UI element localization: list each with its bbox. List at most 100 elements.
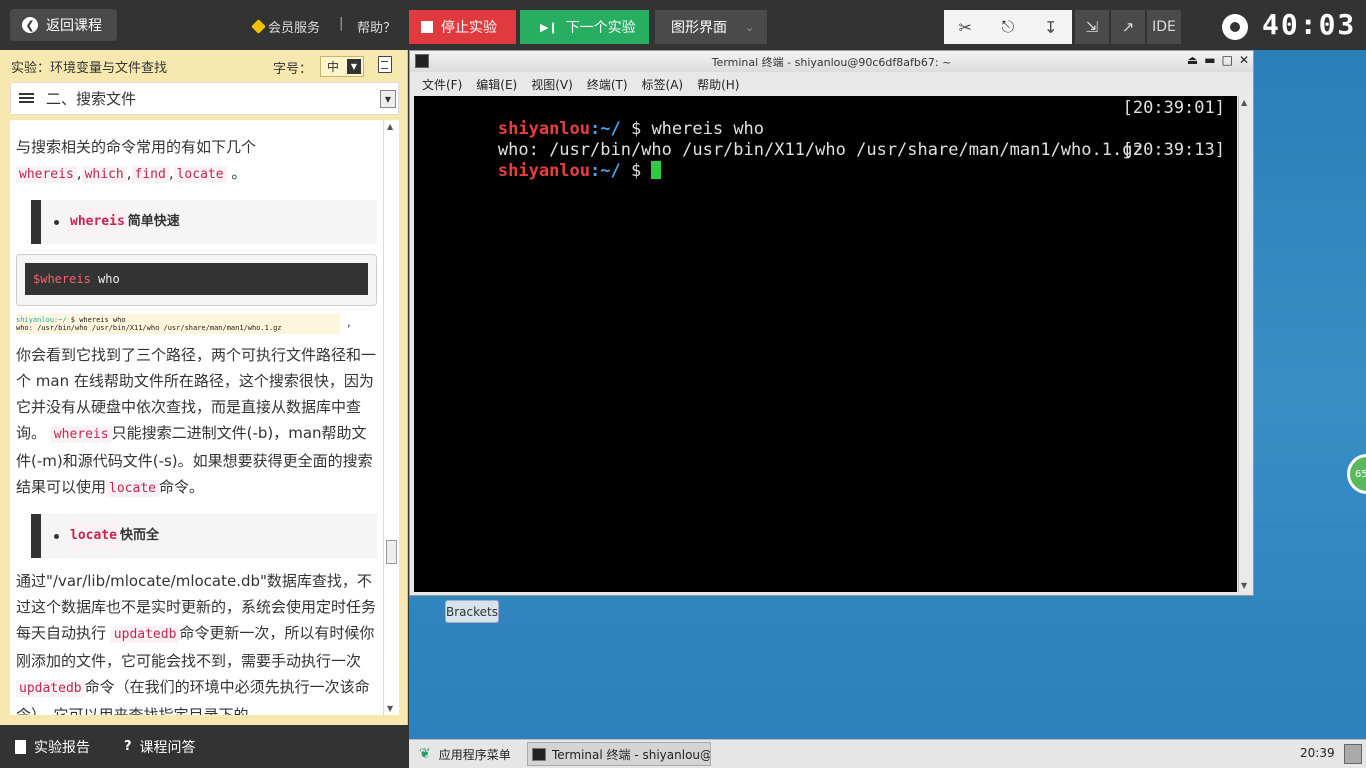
inline-code: locate xyxy=(67,522,120,550)
inline-code: locate xyxy=(106,480,159,497)
shade-icon[interactable]: ⏏ xyxy=(1187,53,1198,67)
menu-view[interactable]: 视图(V) xyxy=(531,76,573,93)
external-link-icon[interactable]: ↗ xyxy=(1111,10,1145,44)
separator: | xyxy=(339,16,344,31)
inline-code: updatedb xyxy=(110,626,180,643)
eye-icon[interactable] xyxy=(1222,14,1248,40)
list-icon xyxy=(19,93,34,104)
mini-line1: shiyanlou:~/ $ whereis who xyxy=(16,316,340,324)
download-icon[interactable]: ↧ xyxy=(1029,10,1072,44)
chevron-down-icon: ▼ xyxy=(347,59,361,74)
next-experiment-button[interactable]: ▶❙ 下一个实验 xyxy=(520,10,649,44)
paragraph-intro: 与搜索相关的命令常用的有如下几个 whereis, which, find, loca… xyxy=(16,134,377,188)
menu-edit[interactable]: 编辑(E) xyxy=(476,76,517,93)
inline-code: whereis xyxy=(67,208,128,236)
terminal-icon xyxy=(532,747,546,761)
terminal-line: shiyanlou:~/ $ [20:39:13] xyxy=(416,140,1235,181)
terminal-app-icon xyxy=(415,54,429,68)
qa-label: 课程问答 xyxy=(139,739,196,756)
inline-code: locate xyxy=(173,166,227,183)
minimize-icon[interactable]: ▬ xyxy=(1204,53,1215,67)
code-block: $whereis who xyxy=(16,254,377,306)
member-service-link[interactable]: 会员服务 xyxy=(251,17,320,36)
chevron-down-icon: ⌄ xyxy=(745,20,755,34)
terminal-menubar: 文件(F) 编辑(E) 视图(V) 终端(T) 标签(A) 帮助(H) xyxy=(410,72,1253,96)
desktop: Terminal 终端 - shiyanlou@90c6df8afb67: ~ … xyxy=(409,50,1366,739)
menu-file[interactable]: 文件(F) xyxy=(422,76,462,93)
text: , xyxy=(76,164,82,182)
text: 与搜索相关的命令常用的有如下几个 xyxy=(16,138,257,156)
lab-report-button[interactable]: 实验报告 xyxy=(15,737,90,757)
scissors-icon[interactable]: ✂ xyxy=(944,10,987,44)
cursor xyxy=(651,161,662,179)
mini-output: who: /usr/bin/who /usr/bin/X11/who /usr/… xyxy=(16,324,282,332)
command: $ xyxy=(620,161,652,181)
diamond-icon xyxy=(251,19,266,34)
course-qa-button[interactable]: ? 课程问答 xyxy=(124,737,196,757)
terminal-window[interactable]: Terminal 终端 - shiyanlou@90c6df8afb67: ~ … xyxy=(409,50,1254,596)
doc-content: 与搜索相关的命令常用的有如下几个 whereis, which, find, loca… xyxy=(10,120,383,715)
scroll-thumb[interactable] xyxy=(386,540,397,564)
doc-scrollbar[interactable]: ▲ ▼ xyxy=(383,120,399,715)
inline-code: whereis xyxy=(16,166,77,183)
back-label: 返回课程 xyxy=(46,18,102,34)
stop-experiment-button[interactable]: 停止实验 xyxy=(409,10,516,44)
text: 命令。 xyxy=(158,478,204,496)
paragraph-locate-desc: 通过"/var/lib/mlocate/mlocate.db"数据库查找，不过这… xyxy=(16,568,377,715)
stop-label: 停止实验 xyxy=(441,20,497,36)
gui-mode-dropdown[interactable]: 图形界面 ⌄ xyxy=(655,10,767,44)
mini-cmd: $ whereis who xyxy=(66,316,126,324)
brackets-desktop-icon[interactable]: Brackets xyxy=(445,600,499,623)
leaf-icon: ❦ xyxy=(419,746,431,762)
maximize-icon[interactable]: □ xyxy=(1222,53,1233,67)
terminal-screen[interactable]: shiyanlou:~/ $ whereis who [20:39:01] wh… xyxy=(414,96,1237,592)
collapse-icon[interactable]: ⇲ xyxy=(1075,10,1109,44)
prompt-path: :~/ xyxy=(590,161,621,181)
toc-select[interactable]: 二、搜索文件 ▼ xyxy=(10,82,399,115)
menu-help[interactable]: 帮助(H) xyxy=(697,76,739,93)
help-link[interactable]: 帮助？ xyxy=(357,17,396,36)
back-to-course-button[interactable]: ❮ 返回课程 xyxy=(10,9,117,41)
text: , xyxy=(126,164,132,182)
clock: 20:39 xyxy=(1300,746,1335,760)
next-icon: ▶❙ xyxy=(540,20,558,34)
text: 。 xyxy=(231,164,247,182)
scroll-up-icon[interactable]: ▲ xyxy=(1241,98,1247,107)
screenshot-image: shiyanlou:~/ $ whereis who who: /usr/bin… xyxy=(16,314,352,334)
report-label: 实验报告 xyxy=(34,739,90,756)
taskbar-item-terminal[interactable]: Terminal 终端 - shiyanlou@… xyxy=(527,742,711,766)
stop-icon xyxy=(421,21,433,33)
code-command: $whereis xyxy=(33,272,91,286)
terminal-titlebar[interactable]: Terminal 终端 - shiyanlou@90c6df8afb67: ~ … xyxy=(410,51,1253,72)
scroll-down-icon[interactable]: ▼ xyxy=(387,704,393,713)
code-line: $whereis who xyxy=(25,263,368,295)
toc-current-section: 二、搜索文件 xyxy=(46,90,137,108)
text: 简单快速 xyxy=(127,214,180,229)
task-label: Terminal 终端 - shiyanlou@… xyxy=(552,747,711,762)
scroll-up-icon[interactable]: ▲ xyxy=(387,122,393,131)
next-label: 下一个实验 xyxy=(565,20,636,36)
app-menu-button[interactable]: ❦ 应用程序菜单 xyxy=(409,746,523,763)
menu-tabs[interactable]: 标签(A) xyxy=(642,76,684,93)
inline-code: updatedb xyxy=(16,680,85,697)
terminal-line: who: /usr/bin/who /usr/bin/X11/who /usr/… xyxy=(416,119,1235,160)
close-icon[interactable]: ✕ xyxy=(1239,53,1249,67)
terminal-title: Terminal 终端 - shiyanlou@90c6df8afb67: ~ xyxy=(711,55,952,69)
font-size-select[interactable]: 中 ▼ xyxy=(320,56,364,77)
menu-terminal[interactable]: 终端(T) xyxy=(587,76,628,93)
text: , xyxy=(168,164,174,182)
eye-pupil xyxy=(1230,22,1240,32)
ide-button[interactable]: IDE xyxy=(1147,10,1181,44)
inline-code: find xyxy=(131,166,169,183)
screen-share-icon[interactable]: ⎋ xyxy=(987,10,1030,44)
timer: 40:03 xyxy=(1262,8,1357,41)
show-desktop-icon[interactable] xyxy=(1344,744,1362,764)
floating-badge[interactable]: 65 xyxy=(1347,454,1366,494)
bottom-bar: 实验报告 ? 课程问答 xyxy=(0,725,408,768)
terminal-scrollbar[interactable]: ▲ ▼ xyxy=(1238,96,1252,592)
prompt-user: shiyanlou xyxy=(497,161,591,181)
document-icon[interactable] xyxy=(378,56,392,73)
file-icon xyxy=(15,739,26,754)
font-size-value: 中 xyxy=(327,60,340,74)
scroll-down-icon[interactable]: ▼ xyxy=(1241,581,1247,590)
